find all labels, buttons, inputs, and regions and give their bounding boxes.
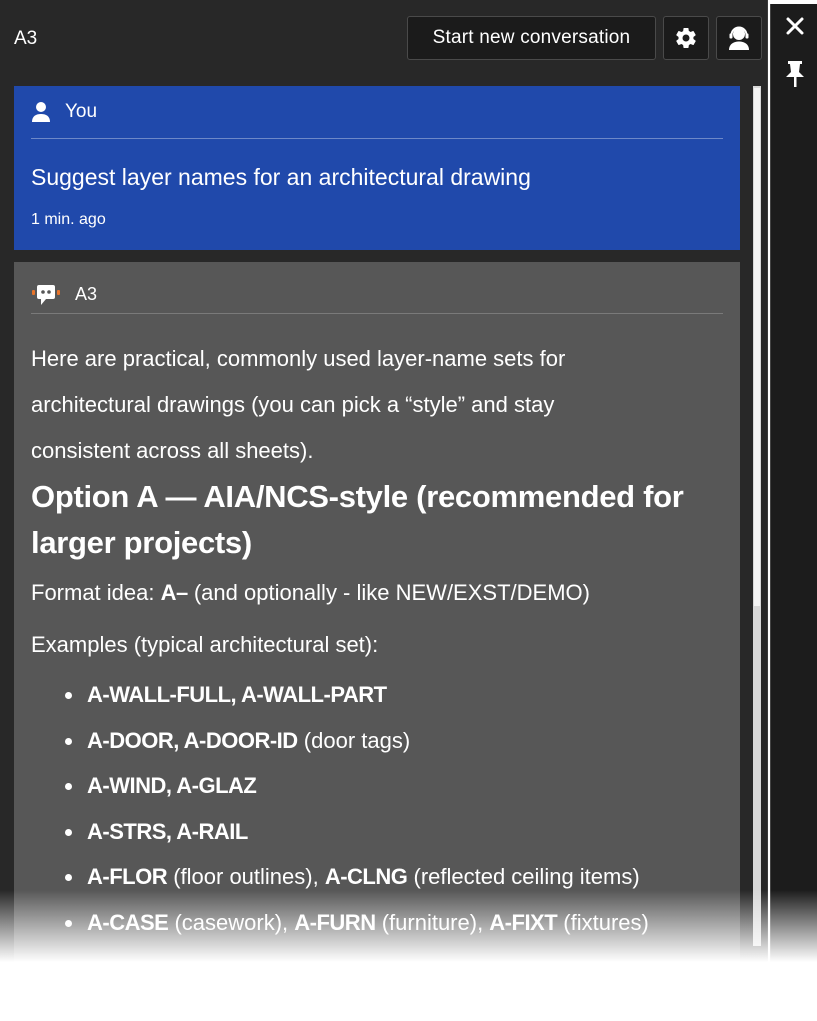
settings-button[interactable] (663, 16, 709, 60)
format-label: Format idea: (31, 580, 161, 605)
close-icon[interactable] (783, 14, 807, 38)
intro-line-3: consistent across all sheets). (31, 438, 314, 463)
window-side-bar (770, 4, 817, 1021)
format-code: A– (160, 580, 189, 605)
chat-scrollbar-thumb[interactable] (754, 88, 760, 606)
ai-author: A3 (75, 284, 98, 304)
layer-note: (casework), (168, 909, 295, 935)
user-message-time: 1 min. ago (31, 211, 106, 228)
user-message-text: Suggest layer names for an architectural… (31, 164, 531, 190)
layer-name: A-CASE (87, 909, 169, 935)
panel-header: A3 Start new conversation (0, 0, 768, 78)
format-idea: Format idea: A– (and optionally - like N… (31, 570, 723, 616)
assistant-panel: A3 Start new conversation You Suggest la… (0, 0, 768, 1021)
agent-button[interactable] (716, 16, 762, 60)
start-new-conversation-button[interactable]: Start new conversation (407, 16, 656, 60)
layer-note: (door tags) (297, 727, 411, 753)
layer-name: A-WIND, A-GLAZ (87, 773, 257, 798)
intro-line-1: Here are practical, commonly used layer-… (31, 346, 566, 371)
ai-message: A3 Here are practical, commonly used lay… (14, 262, 740, 1021)
ai-message-header: A3 (31, 276, 723, 314)
list-item: A-STRS, A-RAIL (31, 809, 723, 855)
list-item: A-CASE (casework), A-FURN (furniture), A… (31, 900, 723, 946)
layer-note: (fixtures) (557, 909, 649, 935)
user-author: You (65, 101, 98, 122)
layer-name: A-FIXT (489, 909, 558, 935)
intro-line-2: architectural drawings (you can pick a “… (31, 392, 555, 417)
pin-icon[interactable] (784, 60, 806, 88)
option-a-heading-line-1: Option A — AIA/NCS-style (recommended fo… (31, 479, 684, 514)
gear-icon (676, 28, 696, 49)
ai-message-body: Here are practical, commonly used layer-… (31, 336, 723, 945)
layer-name: A-STRS, A-RAIL (87, 818, 248, 844)
layer-name: A-DOOR, A-DOOR-ID (87, 727, 298, 753)
list-item: A-WALL-FULL, A-WALL-PART (31, 672, 723, 718)
layer-note: (furniture), (375, 909, 490, 935)
app-title: A3 (14, 28, 38, 49)
list-item: A-DOOR, A-DOOR-ID (door tags) (31, 718, 723, 764)
bot-icon (32, 284, 60, 305)
agent-headset-icon (729, 26, 749, 50)
option-a-heading-line-2: larger projects) (31, 525, 252, 560)
examples-label: Examples (typical architectural set): (31, 632, 379, 657)
layer-name: A-FLOR (87, 864, 168, 889)
layer-examples-list: A-WALL-FULL, A-WALL-PART A-DOOR, A-DOOR-… (31, 672, 723, 945)
list-item: A-FLOR (floor outlines), A-CLNG (reflect… (31, 854, 723, 900)
user-message: You Suggest layer names for an architect… (14, 86, 740, 250)
option-a-heading: Option A — AIA/NCS-style (recommended fo… (31, 474, 723, 566)
layer-name: A-WALL-FULL, A-WALL-PART (87, 682, 387, 707)
layer-name: A-CLNG (324, 864, 408, 889)
layer-note: (floor outlines), (167, 864, 325, 889)
user-icon (32, 102, 50, 122)
list-item: A-WIND, A-GLAZ (31, 763, 723, 809)
layer-note: (reflected ceiling items) (407, 864, 640, 889)
layer-name: A-FURN (294, 909, 376, 935)
user-message-header: You (31, 86, 723, 139)
format-rest: (and optionally - like NEW/EXST/DEMO) (187, 580, 590, 605)
